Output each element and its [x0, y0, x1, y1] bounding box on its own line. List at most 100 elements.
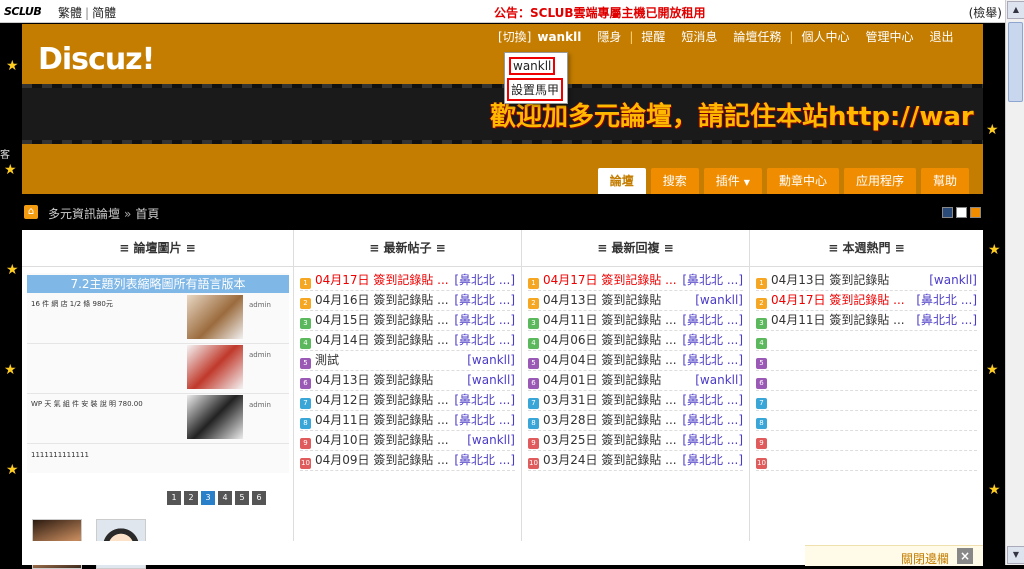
list-item[interactable]: 1 04月13日 簽到記錄貼 [wankll]	[756, 271, 977, 291]
list-item[interactable]: 6 04月01日 簽到記錄貼 [wankll]	[528, 371, 743, 391]
list-item[interactable]: 1 04月17日 簽到記錄貼 ... [鼻北北 ...]	[528, 271, 743, 291]
lang-simplified-link[interactable]: 简體	[92, 6, 116, 20]
username-link[interactable]: wankll	[537, 30, 581, 44]
style-light-button[interactable]	[956, 207, 967, 218]
author-link[interactable]: [鼻北北 ...]	[914, 291, 977, 310]
list-item[interactable]: 3 04月11日 簽到記錄貼 ... [鼻北北 ...]	[528, 311, 743, 331]
vertical-scrollbar[interactable]: ▲ ▼	[1005, 0, 1024, 565]
author-link[interactable]: [鼻北北 ...]	[680, 411, 743, 430]
thread-title-link[interactable]: 04月15日 簽到記錄貼 ...	[315, 313, 449, 327]
thread-title-link[interactable]: 04月17日 簽到記錄貼 ...	[543, 273, 677, 287]
list-item[interactable]: 6	[756, 371, 977, 391]
thread-title-link[interactable]: 04月01日 簽到記錄貼	[543, 373, 661, 387]
author-link[interactable]: [鼻北北 ...]	[452, 271, 515, 290]
list-item[interactable]: 4	[756, 331, 977, 351]
scroll-down-icon[interactable]: ▼	[1007, 546, 1024, 564]
slide-page-button-active[interactable]: 3	[201, 491, 215, 505]
list-item[interactable]: 7 04月12日 簽到記錄貼 ... [鼻北北 ...]	[300, 391, 515, 411]
messages-link[interactable]: 短消息	[681, 30, 717, 44]
author-link[interactable]: [wankll]	[465, 431, 515, 450]
invisible-link[interactable]: 隱身	[597, 30, 621, 44]
thread-title-link[interactable]: 04月13日 簽到記錄貼	[315, 373, 433, 387]
list-item[interactable]: 5 04月04日 簽到記錄貼 ... [鼻北北 ...]	[528, 351, 743, 371]
lang-traditional-link[interactable]: 繁體	[58, 6, 82, 20]
thread-title-link[interactable]: 04月10日 簽到記錄貼 ...	[315, 433, 449, 447]
author-link[interactable]: [鼻北北 ...]	[452, 391, 515, 410]
list-item[interactable]: 4 04月14日 簽到記錄貼 ... [鼻北北 ...]	[300, 331, 515, 351]
author-link[interactable]: [wankll]	[693, 371, 743, 390]
author-link[interactable]: [鼻北北 ...]	[680, 331, 743, 350]
thread-title-link[interactable]: 04月17日 簽到記錄貼 ...	[771, 293, 905, 307]
list-item[interactable]: 9 04月10日 簽到記錄貼 ... [wankll]	[300, 431, 515, 451]
list-item[interactable]: 8	[756, 411, 977, 431]
author-link[interactable]: [鼻北北 ...]	[452, 291, 515, 310]
forum-tasks-link[interactable]: 論壇任務	[733, 30, 781, 44]
author-link[interactable]: [鼻北北 ...]	[680, 391, 743, 410]
list-item[interactable]: 5 測試 [wankll]	[300, 351, 515, 371]
slide-page-button[interactable]: 6	[252, 491, 266, 505]
author-link[interactable]: [鼻北北 ...]	[452, 411, 515, 430]
home-icon[interactable]: ⌂	[24, 205, 38, 219]
author-link[interactable]: [wankll]	[465, 371, 515, 390]
list-item[interactable]: 2 04月16日 簽到記錄貼 ... [鼻北北 ...]	[300, 291, 515, 311]
tab-plugins[interactable]: 插件 ▼	[703, 168, 762, 194]
author-link[interactable]: [鼻北北 ...]	[680, 271, 743, 290]
picture-slideshow[interactable]: 16 件 網 店 1/2 條 980元 admin admin WP 天 氣 組…	[27, 273, 289, 473]
thread-title-link[interactable]: 03月28日 簽到記錄貼 ...	[543, 413, 677, 427]
sclub-logo[interactable]: SCLUB	[4, 5, 42, 18]
thread-title-link[interactable]: 04月06日 簽到記錄貼 ...	[543, 333, 677, 347]
list-item[interactable]: 7	[756, 391, 977, 411]
style-dark-button[interactable]	[942, 207, 953, 218]
thread-title-link[interactable]: 04月14日 簽到記錄貼 ...	[315, 333, 449, 347]
author-link[interactable]: [鼻北北 ...]	[680, 451, 743, 470]
list-item[interactable]: 5	[756, 351, 977, 371]
dropdown-username[interactable]: wankll	[509, 57, 556, 75]
breadcrumb-forum[interactable]: 多元資訊論壇	[48, 207, 120, 221]
thread-title-link[interactable]: 04月13日 簽到記錄貼	[771, 273, 889, 287]
admin-center-link[interactable]: 管理中心	[865, 30, 913, 44]
author-link[interactable]: [鼻北北 ...]	[452, 331, 515, 350]
thread-title-link[interactable]: 04月04日 簽到記錄貼 ...	[543, 353, 677, 367]
slide-page-button[interactable]: 1	[167, 491, 181, 505]
thread-title-link[interactable]: 04月09日 簽到記錄貼 ...	[315, 453, 449, 467]
thread-title-link[interactable]: 04月11日 簽到記錄貼 ...	[315, 413, 449, 427]
list-item[interactable]: 1 04月17日 簽到記錄貼 ... [鼻北北 ...]	[300, 271, 515, 291]
slide-page-button[interactable]: 2	[184, 491, 198, 505]
slide-page-button[interactable]: 5	[235, 491, 249, 505]
author-link[interactable]: [鼻北北 ...]	[680, 351, 743, 370]
personal-center-link[interactable]: 個人中心	[801, 30, 849, 44]
list-item[interactable]: 2 04月17日 簽到記錄貼 ... [鼻北北 ...]	[756, 291, 977, 311]
close-icon[interactable]: ×	[957, 548, 973, 564]
thread-title-link[interactable]: 03月25日 簽到記錄貼 ...	[543, 433, 677, 447]
list-item[interactable]: 8 04月11日 簽到記錄貼 ... [鼻北北 ...]	[300, 411, 515, 431]
author-link[interactable]: [鼻北北 ...]	[452, 311, 515, 330]
thread-title-link[interactable]: 04月17日 簽到記錄貼 ...	[315, 273, 449, 287]
list-item[interactable]: 7 03月31日 簽到記錄貼 ... [鼻北北 ...]	[528, 391, 743, 411]
list-item[interactable]: 4 04月06日 簽到記錄貼 ... [鼻北北 ...]	[528, 331, 743, 351]
tab-apps[interactable]: 应用程序	[843, 168, 916, 194]
logout-link[interactable]: 退出	[930, 30, 954, 44]
thread-title-link[interactable]: 03月24日 簽到記錄貼 ...	[543, 453, 677, 467]
list-item[interactable]: 10 04月09日 簽到記錄貼 ... [鼻北北 ...]	[300, 451, 515, 471]
list-item[interactable]: 9	[756, 431, 977, 451]
author-link[interactable]: [鼻北北 ...]	[680, 311, 743, 330]
list-item[interactable]: 6 04月13日 簽到記錄貼 [wankll]	[300, 371, 515, 391]
list-item[interactable]: 3 04月11日 簽到記錄貼 ... [鼻北北 ...]	[756, 311, 977, 331]
tab-help[interactable]: 幫助	[920, 168, 969, 194]
tab-search[interactable]: 搜索	[650, 168, 699, 194]
thread-title-link[interactable]: 04月13日 簽到記錄貼	[543, 293, 661, 307]
style-orange-button[interactable]	[970, 207, 981, 218]
reminder-link[interactable]: 提醒	[641, 30, 665, 44]
list-item[interactable]: 8 03月28日 簽到記錄貼 ... [鼻北北 ...]	[528, 411, 743, 431]
close-sidebar-link[interactable]: 關閉邊欄	[901, 550, 949, 567]
list-item[interactable]: 2 04月13日 簽到記錄貼 [wankll]	[528, 291, 743, 311]
scroll-up-icon[interactable]: ▲	[1007, 1, 1024, 19]
list-item[interactable]: 3 04月15日 簽到記錄貼 ... [鼻北北 ...]	[300, 311, 515, 331]
author-link[interactable]: [wankll]	[927, 271, 977, 290]
thread-title-link[interactable]: 04月11日 簽到記錄貼 ...	[543, 313, 677, 327]
scrollbar-thumb[interactable]	[1008, 22, 1023, 102]
thread-title-link[interactable]: 04月11日 簽到記錄貼 ...	[771, 313, 905, 327]
list-item[interactable]: 10	[756, 451, 977, 471]
tab-forum[interactable]: 論壇	[597, 168, 646, 194]
discuz-logo[interactable]: Discuz!	[38, 42, 155, 77]
